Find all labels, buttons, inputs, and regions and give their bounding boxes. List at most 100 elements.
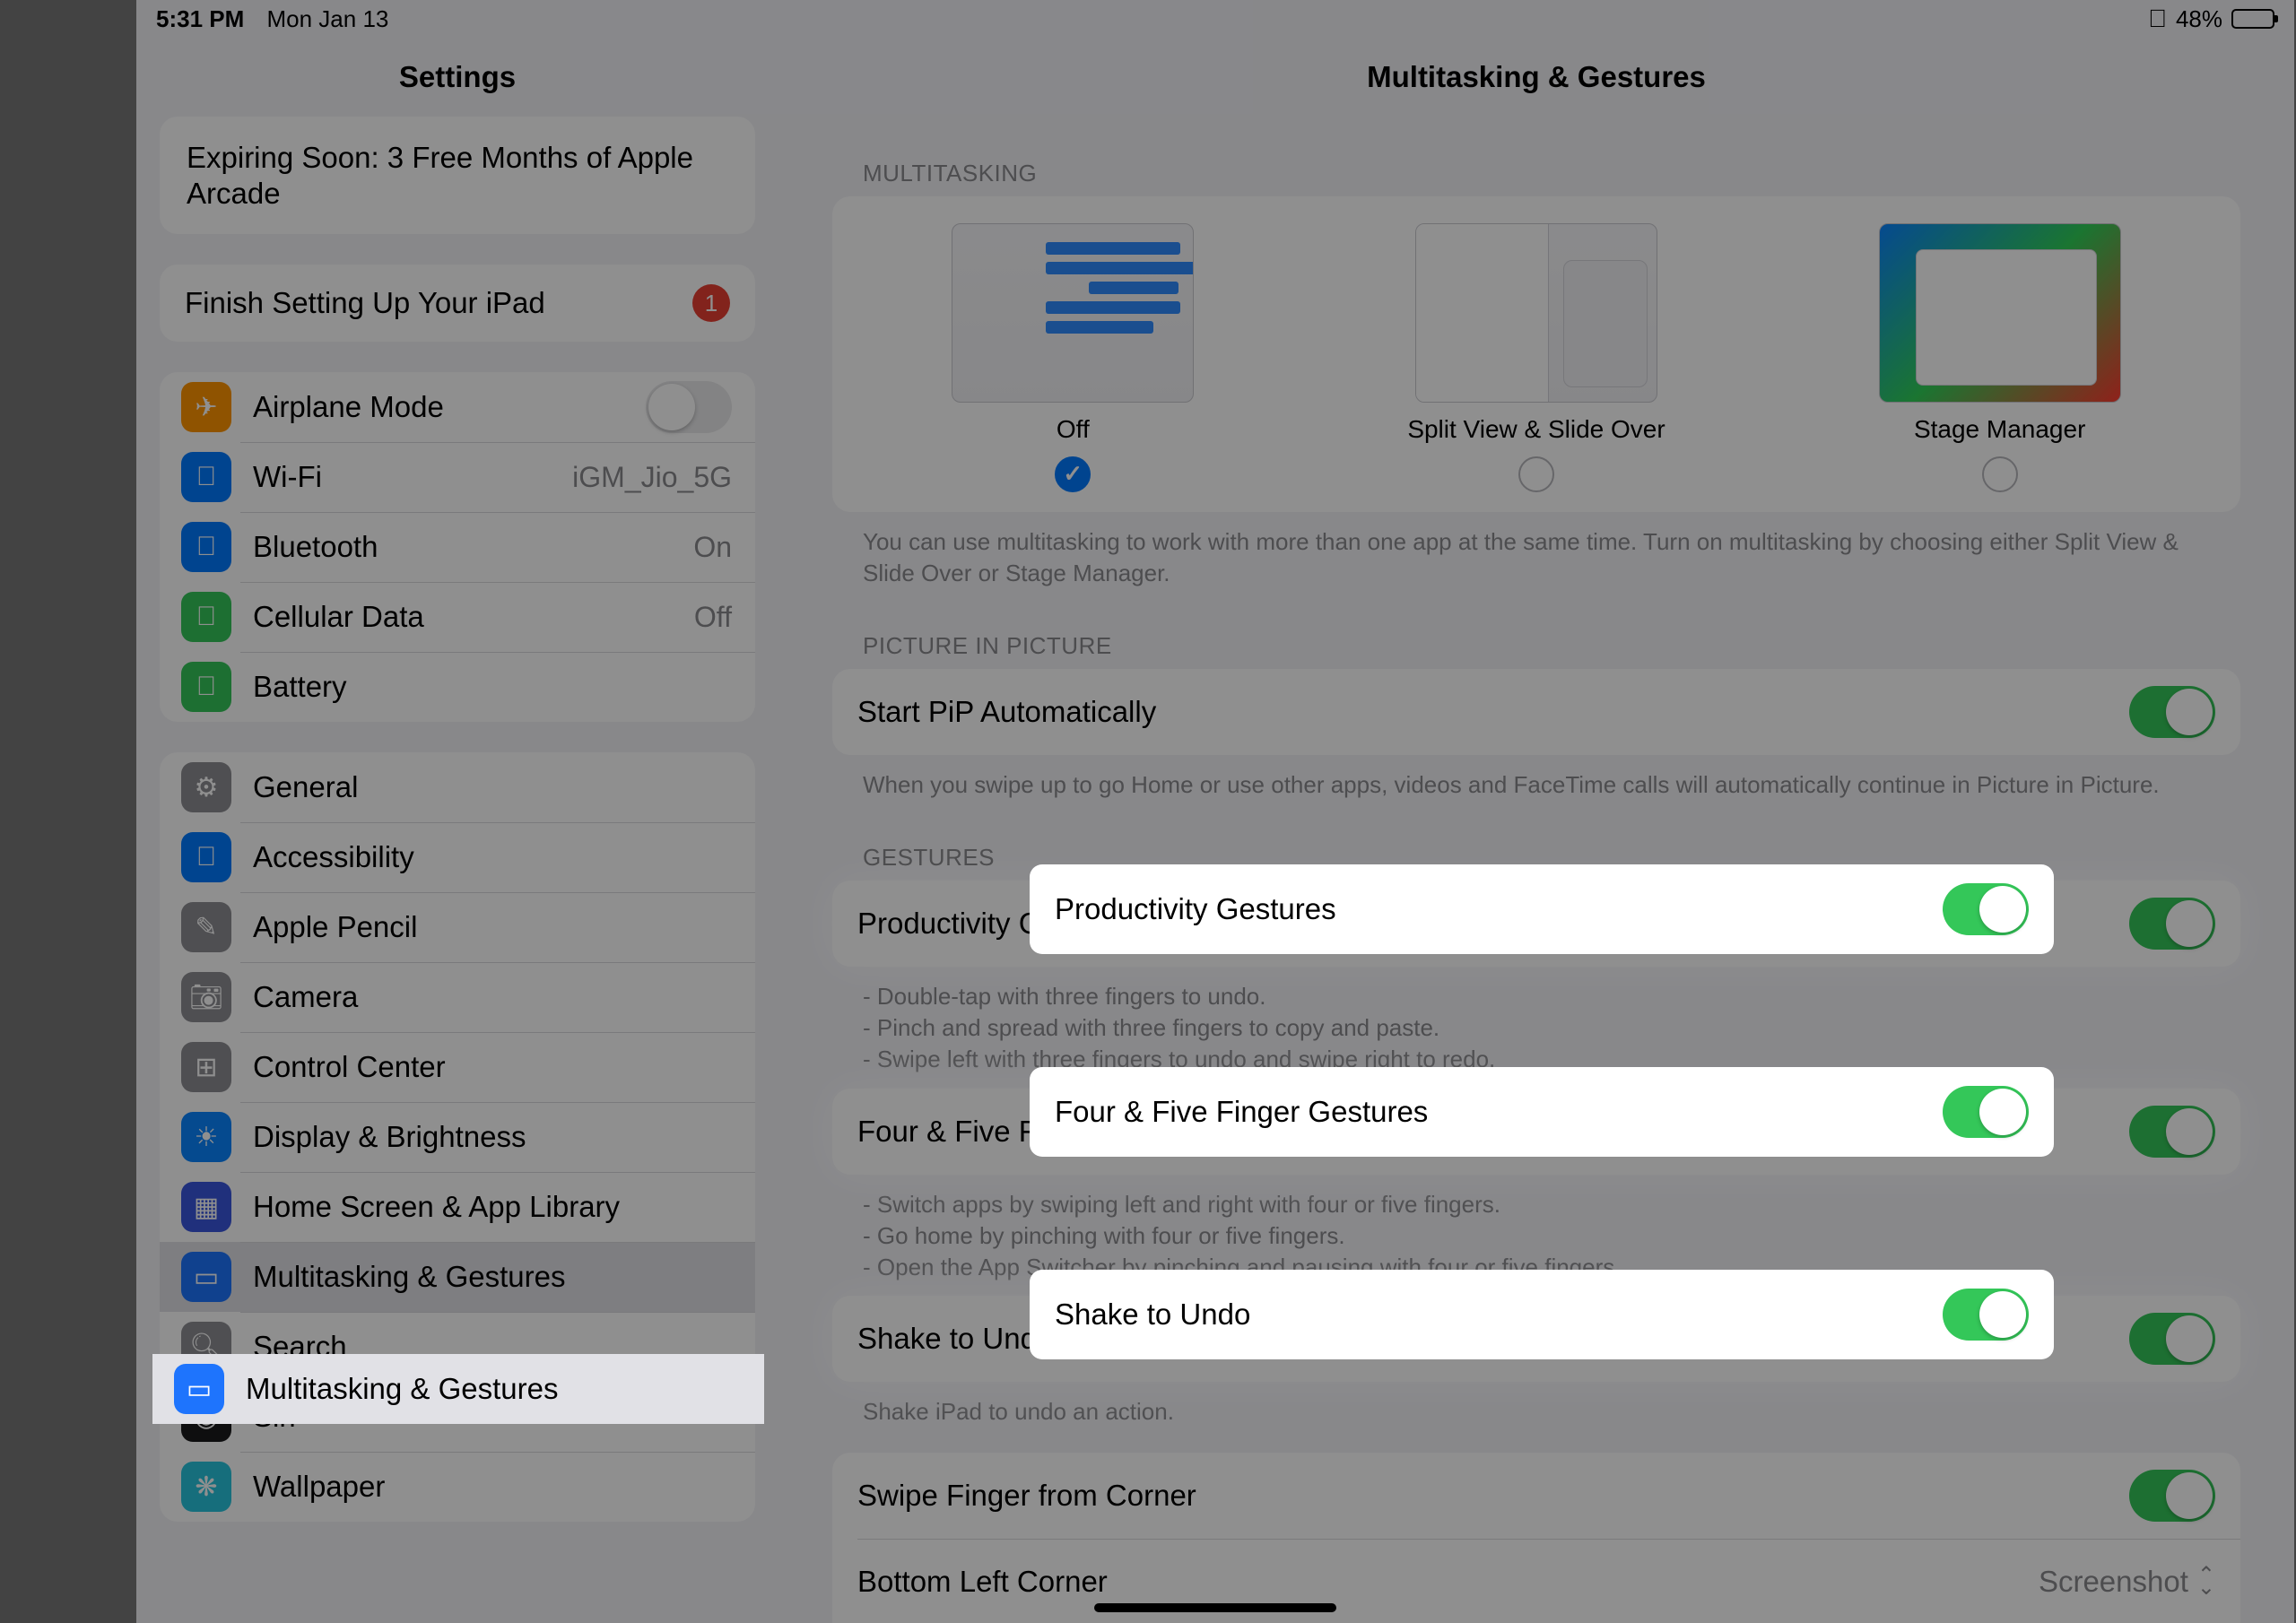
- swipe-corner-toggle[interactable]: [2129, 1470, 2215, 1522]
- gear-icon: ⚙︎: [181, 762, 231, 812]
- mt-option-stage[interactable]: Stage Manager: [1768, 223, 2231, 492]
- productivity-row[interactable]: Productivity Gestures: [832, 881, 2240, 967]
- finish-setup-badge: 1: [692, 284, 730, 322]
- cell-value: Off: [694, 601, 732, 634]
- control-center-icon: ⊞: [181, 1042, 231, 1092]
- cellular-icon: 􀖀: [181, 592, 231, 642]
- airplane-icon: ✈︎: [181, 382, 231, 432]
- section-gestures: GESTURES: [863, 844, 2240, 872]
- search-icon: 🔍︎: [181, 1322, 231, 1372]
- detail-title: Multitasking & Gestures: [778, 38, 2294, 117]
- four-five-footer: - Switch apps by swiping left and right …: [863, 1189, 2210, 1283]
- mt-footer: You can use multitasking to work with mo…: [863, 526, 2210, 589]
- sidebar-item-accessibility[interactable]: 􀕾 Accessibility: [160, 822, 755, 892]
- status-bar: 5:31 PM Mon Jan 13 􀙇 48%: [136, 0, 2294, 38]
- multitask-label: Multitasking & Gestures: [253, 1260, 565, 1294]
- sidebar-item-camera[interactable]: 📷︎ Camera: [160, 962, 755, 1032]
- display-label: Display & Brightness: [253, 1120, 526, 1154]
- mt-option-split[interactable]: Split View & Slide Over: [1305, 223, 1769, 492]
- shake-row[interactable]: Shake to Undo: [832, 1296, 2240, 1382]
- multitasking-card: Off Split View & Slide Over Stage Manage…: [832, 196, 2240, 512]
- mt-off-label: Off: [1057, 415, 1090, 444]
- sidebar-item-battery[interactable]: 􀛨 Battery: [160, 652, 755, 722]
- accessibility-icon: 􀕾: [181, 832, 231, 882]
- home-label: Home Screen & App Library: [253, 1190, 620, 1224]
- four-five-row[interactable]: Four & Five Finger Gestures: [832, 1089, 2240, 1175]
- status-battery-pct: 48%: [2176, 5, 2222, 33]
- brightness-icon: ☀︎: [181, 1112, 231, 1162]
- sidebar-item-home-screen[interactable]: ▦ Home Screen & App Library: [160, 1172, 755, 1242]
- bl-label: Bottom Left Corner: [857, 1565, 1108, 1599]
- wifi-settings-icon: 􀙇: [181, 452, 231, 502]
- battery-icon: [2231, 9, 2274, 29]
- finish-setup-card[interactable]: Finish Setting Up Your iPad 1: [160, 265, 755, 342]
- shake-label: Shake to Undo: [857, 1322, 1053, 1356]
- bluetooth-icon: 􀒒: [181, 522, 231, 572]
- section-pip: PICTURE IN PICTURE: [863, 632, 2240, 660]
- productivity-label: Productivity Gestures: [857, 907, 1139, 941]
- shake-card: Shake to Undo: [832, 1296, 2240, 1382]
- pencil-icon: ✎: [181, 902, 231, 952]
- sidebar-item-airplane[interactable]: ✈︎ Airplane Mode: [160, 372, 755, 442]
- sidebar-item-bluetooth[interactable]: 􀒒 Bluetooth On: [160, 512, 755, 582]
- siri-icon: ◉: [181, 1392, 231, 1442]
- mt-split-radio[interactable]: [1518, 456, 1554, 492]
- wifi-label: Wi-Fi: [253, 460, 322, 494]
- sidebar-title: Settings: [136, 38, 778, 117]
- battery-label: Battery: [253, 670, 347, 704]
- productivity-toggle[interactable]: [2129, 898, 2215, 950]
- siri-label: Siri: [253, 1400, 296, 1434]
- home-indicator[interactable]: [1094, 1603, 1336, 1612]
- airplane-toggle[interactable]: [646, 381, 732, 433]
- sidebar-item-pencil[interactable]: ✎ Apple Pencil: [160, 892, 755, 962]
- finish-setup-label: Finish Setting Up Your iPad: [185, 286, 545, 320]
- sidebar-item-general[interactable]: ⚙︎ General: [160, 752, 755, 822]
- wifi-value: iGM_Jio_5G: [572, 461, 732, 494]
- sidebar-item-display[interactable]: ☀︎ Display & Brightness: [160, 1102, 755, 1172]
- four-five-label: Four & Five Finger Gestures: [857, 1115, 1231, 1149]
- sidebar-item-cellular[interactable]: 􀖀 Cellular Data Off: [160, 582, 755, 652]
- bl-value: Screenshot: [2039, 1565, 2188, 1599]
- sidebar-item-multitasking[interactable]: ▭ Multitasking & Gestures: [160, 1242, 755, 1312]
- sidebar-item-control-center[interactable]: ⊞ Control Center: [160, 1032, 755, 1102]
- wifi-icon: 􀙇: [2148, 4, 2167, 33]
- bottom-left-row[interactable]: Bottom Left Corner Screenshot ⌃⌄: [832, 1539, 2240, 1623]
- pencil-label: Apple Pencil: [253, 910, 417, 944]
- shake-footer: Shake iPad to undo an action.: [863, 1396, 2210, 1428]
- pip-card: Start PiP Automatically: [832, 669, 2240, 755]
- multitasking-icon: ▭: [181, 1252, 231, 1302]
- wallpaper-icon: ❋: [181, 1462, 231, 1512]
- pip-toggle[interactable]: [2129, 686, 2215, 738]
- mt-off-radio[interactable]: [1055, 456, 1091, 492]
- section-multitasking: MULTITASKING: [863, 160, 2240, 187]
- airplane-label: Airplane Mode: [253, 390, 444, 424]
- productivity-footer: - Double-tap with three fingers to undo.…: [863, 981, 2210, 1075]
- productivity-card: Productivity Gestures: [832, 881, 2240, 967]
- bt-label: Bluetooth: [253, 530, 378, 564]
- status-time: 5:31 PM: [156, 5, 244, 32]
- promo-card[interactable]: Expiring Soon: 3 Free Months of Apple Ar…: [160, 117, 755, 234]
- swipe-corner-row[interactable]: Swipe Finger from Corner: [832, 1453, 2240, 1539]
- stepper-icon: ⌃⌄: [2197, 1569, 2215, 1595]
- wallpaper-label: Wallpaper: [253, 1470, 385, 1504]
- sidebar-item-siri[interactable]: ◉ Siri: [160, 1382, 755, 1452]
- mt-thumb-split: [1415, 223, 1657, 403]
- sidebar-item-wifi[interactable]: 􀙇 Wi-Fi iGM_Jio_5G: [160, 442, 755, 512]
- mt-thumb-off: [952, 223, 1194, 403]
- mt-stage-label: Stage Manager: [1914, 415, 2085, 444]
- accessibility-label: Accessibility: [253, 840, 414, 874]
- four-five-toggle[interactable]: [2129, 1106, 2215, 1158]
- camera-label: Camera: [253, 980, 358, 1014]
- battery-settings-icon: 􀛨: [181, 662, 231, 712]
- swipe-corner-label: Swipe Finger from Corner: [857, 1479, 1196, 1513]
- cell-label: Cellular Data: [253, 600, 424, 634]
- bt-value: On: [693, 531, 732, 564]
- home-icon: ▦: [181, 1182, 231, 1232]
- mt-option-off[interactable]: Off: [841, 223, 1305, 492]
- sidebar-item-search[interactable]: 🔍︎ Search: [160, 1312, 755, 1382]
- pip-row[interactable]: Start PiP Automatically: [832, 669, 2240, 755]
- mt-stage-radio[interactable]: [1982, 456, 2018, 492]
- shake-toggle[interactable]: [2129, 1313, 2215, 1365]
- search-label: Search: [253, 1330, 347, 1364]
- sidebar-item-wallpaper[interactable]: ❋ Wallpaper: [160, 1452, 755, 1522]
